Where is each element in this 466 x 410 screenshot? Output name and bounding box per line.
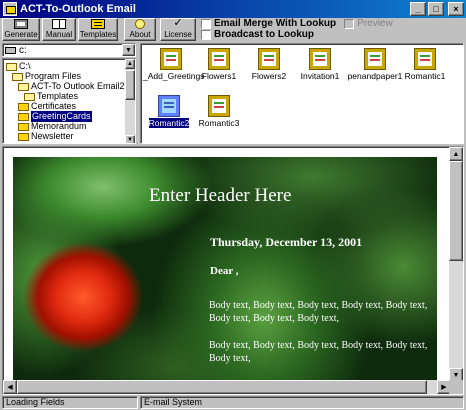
generate-label: Generate <box>4 30 38 39</box>
folder-icon <box>18 112 29 121</box>
tree-scrollbar[interactable]: ▲ ▼ <box>125 59 135 143</box>
email-merge-label: Email Merge With Lookup <box>214 18 337 29</box>
about-button[interactable]: About <box>124 18 156 41</box>
templates-label: Templates <box>79 30 117 39</box>
license-button[interactable]: ✓ License <box>160 18 196 41</box>
maximize-button[interactable]: □ <box>428 2 444 16</box>
template-file-icon <box>160 48 182 70</box>
preview-body-text: Body text, Body text, Body text, Body te… <box>209 340 428 364</box>
templates-icon <box>91 19 105 29</box>
tree-item-label: Newsletter <box>31 131 74 141</box>
file-label: penandpaper1 <box>347 71 403 81</box>
template-file-icon <box>258 48 280 70</box>
title-bar[interactable]: ACT-To-Outlook Email _ □ × <box>0 0 466 18</box>
preview-label: Preview <box>357 18 393 29</box>
file-item[interactable]: Flowers1 <box>191 48 247 81</box>
window-title: ACT-To-Outlook Email <box>20 3 136 15</box>
file-label: Romantic1 <box>404 71 446 81</box>
scroll-thumb[interactable] <box>17 380 427 394</box>
folder-icon <box>18 102 29 111</box>
manual-button[interactable]: Manual <box>42 18 76 41</box>
scroll-thumb[interactable] <box>125 70 135 100</box>
file-label: Romantic2 <box>147 117 191 129</box>
folder-icon <box>18 132 29 141</box>
chevron-down-icon[interactable]: ▼ <box>122 44 135 56</box>
preview-checkbox <box>344 18 355 29</box>
generate-button[interactable]: Generate <box>2 18 40 41</box>
file-item[interactable]: Flowers2 <box>241 48 297 81</box>
template-file-list[interactable]: _Add_Greetings Flowers1 Flowers2 Invitat… <box>140 43 464 144</box>
status-left: Loading Fields <box>2 396 138 409</box>
folder-open-icon <box>6 62 17 71</box>
file-label: Flowers2 <box>251 71 287 81</box>
app-icon <box>3 2 17 16</box>
file-item[interactable]: Romantic1 <box>397 48 453 81</box>
scroll-corner <box>449 380 463 394</box>
template-file-icon <box>208 95 230 117</box>
scroll-up-icon[interactable]: ▲ <box>449 147 463 161</box>
preview-header: Enter Header Here <box>149 185 292 206</box>
folder-open-icon <box>24 92 35 101</box>
preview-date: Thursday, December 13, 2001 <box>210 235 363 249</box>
minimize-button[interactable]: _ <box>410 2 426 16</box>
folder-icon <box>18 122 29 131</box>
scroll-up-icon[interactable]: ▲ <box>125 59 135 69</box>
close-button[interactable]: × <box>448 2 464 16</box>
template-preview[interactable]: Enter Header Here Thursday, December 13,… <box>2 146 464 395</box>
file-label: Flowers1 <box>201 71 237 81</box>
email-merge-option[interactable]: Email Merge With Lookup Preview <box>201 18 393 29</box>
status-right: E-mail System <box>140 396 464 409</box>
checkmark-icon: ✓ <box>173 17 183 29</box>
template-file-icon <box>208 48 230 70</box>
drive-icon <box>5 46 16 54</box>
manual-label: Manual <box>45 30 73 39</box>
folder-open-icon <box>12 72 23 81</box>
template-file-icon <box>414 48 436 70</box>
broadcast-checkbox[interactable] <box>201 29 211 40</box>
broadcast-option[interactable]: Broadcast to Lookup <box>201 29 314 40</box>
scroll-thumb[interactable] <box>449 161 463 261</box>
preview-vertical-scrollbar[interactable]: ▲ ▼ <box>449 147 463 382</box>
folder-tree[interactable]: C:\ Program Files ACT-To Outlook Email21… <box>2 58 136 144</box>
templates-button[interactable]: Templates <box>78 18 118 41</box>
file-label: Romantic3 <box>198 118 240 128</box>
scroll-down-icon[interactable]: ▼ <box>125 135 135 143</box>
template-file-icon <box>158 95 180 117</box>
file-label: Invitation1 <box>300 71 340 81</box>
book-icon <box>52 19 66 29</box>
broadcast-label: Broadcast to Lookup <box>214 29 315 40</box>
email-merge-checkbox[interactable] <box>201 18 211 29</box>
status-bar: Loading Fields E-mail System <box>0 396 466 410</box>
drive-select[interactable]: c: ▼ <box>2 43 136 57</box>
generate-icon <box>14 19 28 29</box>
tree-item-newsletter[interactable]: Newsletter <box>18 131 74 142</box>
scroll-left-icon[interactable]: ◀ <box>3 380 17 394</box>
file-item[interactable]: Romantic2 <box>141 95 197 129</box>
rose-background-image: Enter Header Here Thursday, December 13,… <box>13 157 437 385</box>
lightbulb-icon <box>135 19 145 29</box>
preview-greeting: Dear , <box>210 265 239 277</box>
license-label: License <box>164 30 192 39</box>
about-label: About <box>129 30 151 39</box>
drive-value: c: <box>19 44 27 56</box>
toolbar: Generate Manual Templates About ✓ Licens… <box>0 18 466 42</box>
preview-horizontal-scrollbar[interactable]: ◀ ▶ <box>3 380 451 394</box>
folder-open-icon <box>18 82 29 91</box>
template-file-icon <box>364 48 386 70</box>
file-item[interactable]: Invitation1 <box>292 48 348 81</box>
file-item[interactable]: Romantic3 <box>191 95 247 128</box>
preview-body-text: Body text, Body text, Body text, Body te… <box>209 300 428 324</box>
template-file-icon <box>309 48 331 70</box>
file-item[interactable]: penandpaper1 <box>347 48 403 81</box>
